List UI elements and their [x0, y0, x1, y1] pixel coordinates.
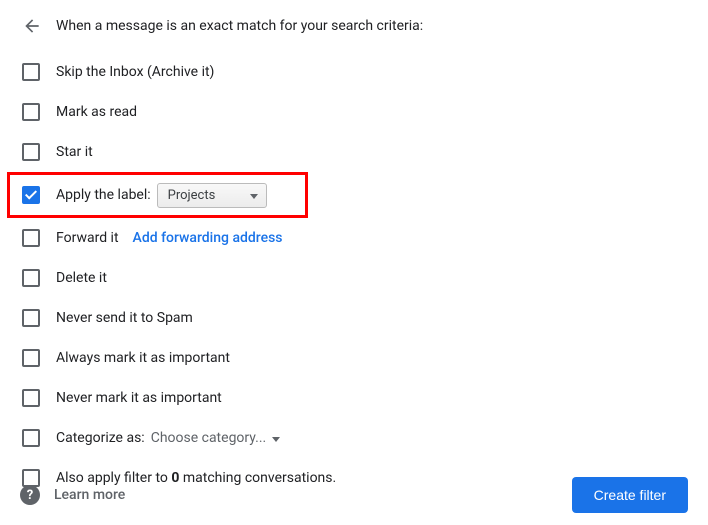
add-forwarding-link[interactable]: Add forwarding address — [133, 230, 283, 246]
option-forward-it: Forward it Add forwarding address — [20, 218, 688, 258]
option-delete-it: Delete it — [20, 258, 688, 298]
label-never-spam: Never send it to Spam — [56, 310, 193, 326]
option-apply-label: Apply the label: Projects — [20, 175, 305, 215]
checkbox-skip-inbox[interactable] — [22, 63, 40, 81]
label-categorize-as: Categorize as: — [56, 430, 145, 446]
dropdown-arrow-icon — [234, 188, 258, 203]
back-arrow-icon[interactable] — [22, 16, 42, 36]
option-star-it: Star it — [20, 132, 688, 172]
label-skip-inbox: Skip the Inbox (Archive it) — [56, 64, 214, 80]
header-text: When a message is an exact match for you… — [56, 18, 423, 34]
label-always-important: Always mark it as important — [56, 350, 230, 366]
checkbox-apply-label[interactable] — [22, 186, 40, 204]
footer-left: ? Learn more — [20, 485, 125, 505]
label-delete-it: Delete it — [56, 270, 107, 286]
option-categorize-as: Categorize as: Choose category... — [20, 418, 688, 458]
checkbox-categorize-as[interactable] — [22, 429, 40, 447]
option-always-important: Always mark it as important — [20, 338, 688, 378]
checkbox-never-spam[interactable] — [22, 309, 40, 327]
categorize-dropdown[interactable]: Choose category... — [151, 430, 281, 446]
highlight-apply-label: Apply the label: Projects — [7, 172, 308, 218]
option-mark-read: Mark as read — [20, 92, 688, 132]
checkbox-star-it[interactable] — [22, 143, 40, 161]
label-star-it: Star it — [56, 144, 93, 160]
checkbox-delete-it[interactable] — [22, 269, 40, 287]
label-apply-label: Apply the label: — [56, 187, 151, 203]
footer: ? Learn more Create filter — [20, 477, 688, 513]
dropdown-arrow-icon — [272, 430, 280, 446]
label-dropdown[interactable]: Projects — [157, 183, 267, 208]
checkbox-forward-it[interactable] — [22, 229, 40, 247]
checkbox-always-important[interactable] — [22, 349, 40, 367]
create-filter-button[interactable]: Create filter — [572, 477, 688, 513]
option-skip-inbox: Skip the Inbox (Archive it) — [20, 52, 688, 92]
label-forward-it: Forward it — [56, 230, 119, 246]
header-row: When a message is an exact match for you… — [20, 16, 688, 36]
learn-more-link[interactable]: Learn more — [54, 487, 125, 503]
label-dropdown-value: Projects — [168, 188, 216, 203]
categorize-value: Choose category... — [151, 430, 267, 446]
option-never-spam: Never send it to Spam — [20, 298, 688, 338]
label-mark-read: Mark as read — [56, 104, 137, 120]
help-icon[interactable]: ? — [20, 485, 40, 505]
checkbox-mark-read[interactable] — [22, 103, 40, 121]
checkbox-never-important[interactable] — [22, 389, 40, 407]
label-never-important: Never mark it as important — [56, 390, 222, 406]
option-never-important: Never mark it as important — [20, 378, 688, 418]
